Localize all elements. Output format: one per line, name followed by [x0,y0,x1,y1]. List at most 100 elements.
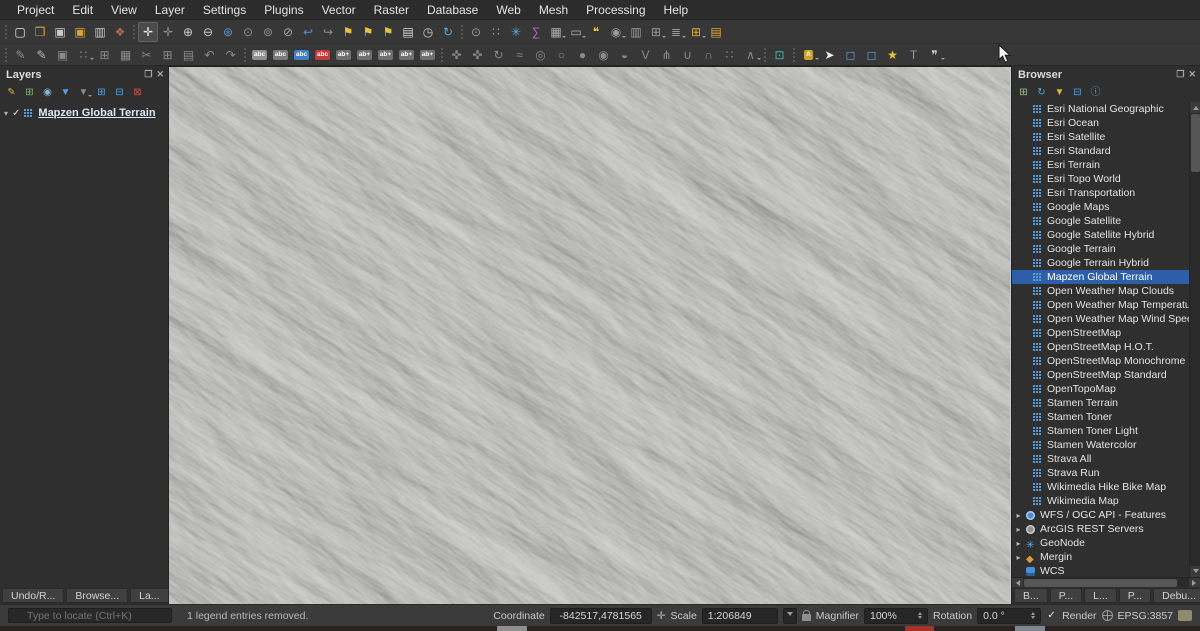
collapse-all-icon[interactable]: ⊟ [1069,84,1086,101]
toolbar-handle[interactable] [130,22,138,42]
browser-item[interactable]: OpenStreetMap Monochrome [1012,354,1189,368]
label-option-icon[interactable]: ab+ [333,45,354,64]
browser-item-mapzen-global-terrain[interactable]: Mapzen Global Terrain [1012,270,1189,284]
browser-item[interactable]: Esri Transportation [1012,186,1189,200]
style-manager-icon[interactable]: ❖ [110,22,130,42]
browser-item[interactable]: Stamen Terrain [1012,396,1189,410]
browser-item[interactable]: Google Maps [1012,200,1189,214]
select-grid-icon[interactable]: ∷ [486,22,506,42]
label-option-icon[interactable]: ab+ [354,45,375,64]
digitize-icon[interactable]: ∷ [73,45,94,64]
zoom-to-layer-icon[interactable]: ⊚ [258,22,278,42]
coordinate-value[interactable]: -842517,4781565 [550,608,652,624]
bookmark-manager-icon[interactable]: ⚑ [378,22,398,42]
temporal-controller-icon[interactable]: ◷ [418,22,438,42]
browser-vertical-scrollbar[interactable] [1189,102,1200,577]
move-feature-icon[interactable]: ✜ [446,45,467,64]
fill-ring-icon[interactable]: ● [572,45,593,64]
scale-value[interactable]: 1:206849 [702,608,778,624]
undo-icon[interactable]: ↶ [199,45,220,64]
browser-item[interactable]: Stamen Toner Light [1012,424,1189,438]
menu-mesh[interactable]: Mesh [530,0,577,20]
attribute-table-icon[interactable]: ▦ [546,22,566,42]
float-panel-icon[interactable]: ❐ [1176,69,1184,80]
toolbar-handle[interactable] [241,45,249,64]
browser-horizontal-scrollbar[interactable] [1012,577,1200,587]
split-features-icon[interactable]: ⋔ [656,45,677,64]
layout-manager-icon[interactable]: ▥ [90,22,110,42]
new-shapefile-icon[interactable]: ★ [882,45,903,64]
label-option-icon[interactable]: ab+ [417,45,438,64]
auto-label-icon[interactable]: A [798,45,819,64]
label-option-icon[interactable]: ab+ [396,45,417,64]
zoom-last-icon[interactable]: ↩ [298,22,318,42]
cut-features-icon[interactable]: ✂ [136,45,157,64]
scroll-up-icon[interactable] [1190,102,1200,113]
duplicate-layer-icon[interactable]: ⊞ [646,22,666,42]
render-checkbox[interactable]: ✓ [1046,610,1057,621]
processing-toolbox-icon[interactable]: ✳ [506,22,526,42]
toolbar-handle[interactable] [761,45,769,64]
redo-icon[interactable]: ↷ [220,45,241,64]
menu-edit[interactable]: Edit [63,0,102,20]
delete-part-icon[interactable]: ◒ [614,45,635,64]
copy-features-icon[interactable]: ⊞ [157,45,178,64]
new-bookmark-icon[interactable]: ⚑ [338,22,358,42]
browser-item[interactable]: Strava Run [1012,466,1189,480]
toolbar-handle[interactable] [438,45,446,64]
open-project-icon[interactable]: ❒ [30,22,50,42]
layer-rows-icon[interactable]: ≣ [666,22,686,42]
deselect-all-layers-icon[interactable]: ⊡ [769,45,790,64]
manage-map-themes-icon[interactable]: ◉ [39,84,56,101]
label-pin-icon[interactable]: abc [270,45,291,64]
expand-all-icon[interactable]: ⊞ [93,84,110,101]
open-layer-styling-icon[interactable]: ✎ [3,84,20,101]
statistics-icon[interactable]: ∑ [526,22,546,42]
browser-item[interactable]: OpenTopoMap [1012,382,1189,396]
save-project-icon[interactable]: ▣ [50,22,70,42]
browser-item[interactable]: Open Weather Map Temperature [1012,298,1189,312]
browser-item-arcgis[interactable]: ▸ ArcGIS REST Servers [1012,522,1189,536]
crs-globe-icon[interactable] [1102,610,1113,621]
menu-processing[interactable]: Processing [577,0,654,20]
paste-features-icon[interactable]: ▤ [178,45,199,64]
simplify-feature-icon[interactable]: ≈ [509,45,530,64]
menu-plugins[interactable]: Plugins [255,0,312,20]
scroll-right-icon[interactable] [1189,578,1200,588]
merge-attributes-icon[interactable]: ∩ [698,45,719,64]
tab-debugging[interactable]: Debu... [1153,588,1200,603]
merge-features-icon[interactable]: ∪ [677,45,698,64]
expand-arrow-icon[interactable]: ▾ [4,109,8,118]
rotation-spinner[interactable]: 0.0 ° [977,608,1041,624]
show-map-tips-icon[interactable]: ❞ [924,45,945,64]
move-label-icon[interactable]: T [903,45,924,64]
menu-raster[interactable]: Raster [365,0,418,20]
browser-item[interactable]: Esri National Geographic [1012,102,1189,116]
toolbar-handle[interactable] [2,45,10,64]
tab-browser-left[interactable]: Browse... [66,588,128,603]
extent-toggle-icon[interactable]: ✛ [657,610,666,622]
tab-log[interactable]: L... [1084,588,1117,603]
locator-search-input[interactable] [8,608,172,623]
menu-web[interactable]: Web [487,0,529,20]
reshape-features-icon[interactable]: V [635,45,656,64]
browser-item[interactable]: OpenStreetMap Standard [1012,368,1189,382]
measure-icon[interactable]: ▭ [566,22,586,42]
browser-item[interactable]: Esri Satellite [1012,130,1189,144]
menu-layer[interactable]: Layer [146,0,194,20]
crs-status[interactable]: EPSG:3857 [1118,610,1173,622]
new-project-icon[interactable]: ▢ [10,22,30,42]
browser-item-mergin[interactable]: ▸ Mergin [1012,550,1189,564]
grid-dots-icon[interactable]: ∷ [719,45,740,64]
browser-item[interactable]: Stamen Toner [1012,410,1189,424]
save-project-as-icon[interactable]: ▣ [70,22,90,42]
browser-item[interactable]: Wikimedia Hike Bike Map [1012,480,1189,494]
delete-ring-icon[interactable]: ◉ [593,45,614,64]
add-selected-layers-icon[interactable]: ⊞ [1015,84,1032,101]
grid-icon[interactable]: ▥ [626,22,646,42]
browser-item[interactable]: Esri Terrain [1012,158,1189,172]
layer-visibility-checkbox[interactable]: ✓ [12,108,20,119]
browser-item[interactable]: Google Terrain [1012,242,1189,256]
select-polygon-icon[interactable]: ◻ [861,45,882,64]
browser-item[interactable]: Wikimedia Map [1012,494,1189,508]
